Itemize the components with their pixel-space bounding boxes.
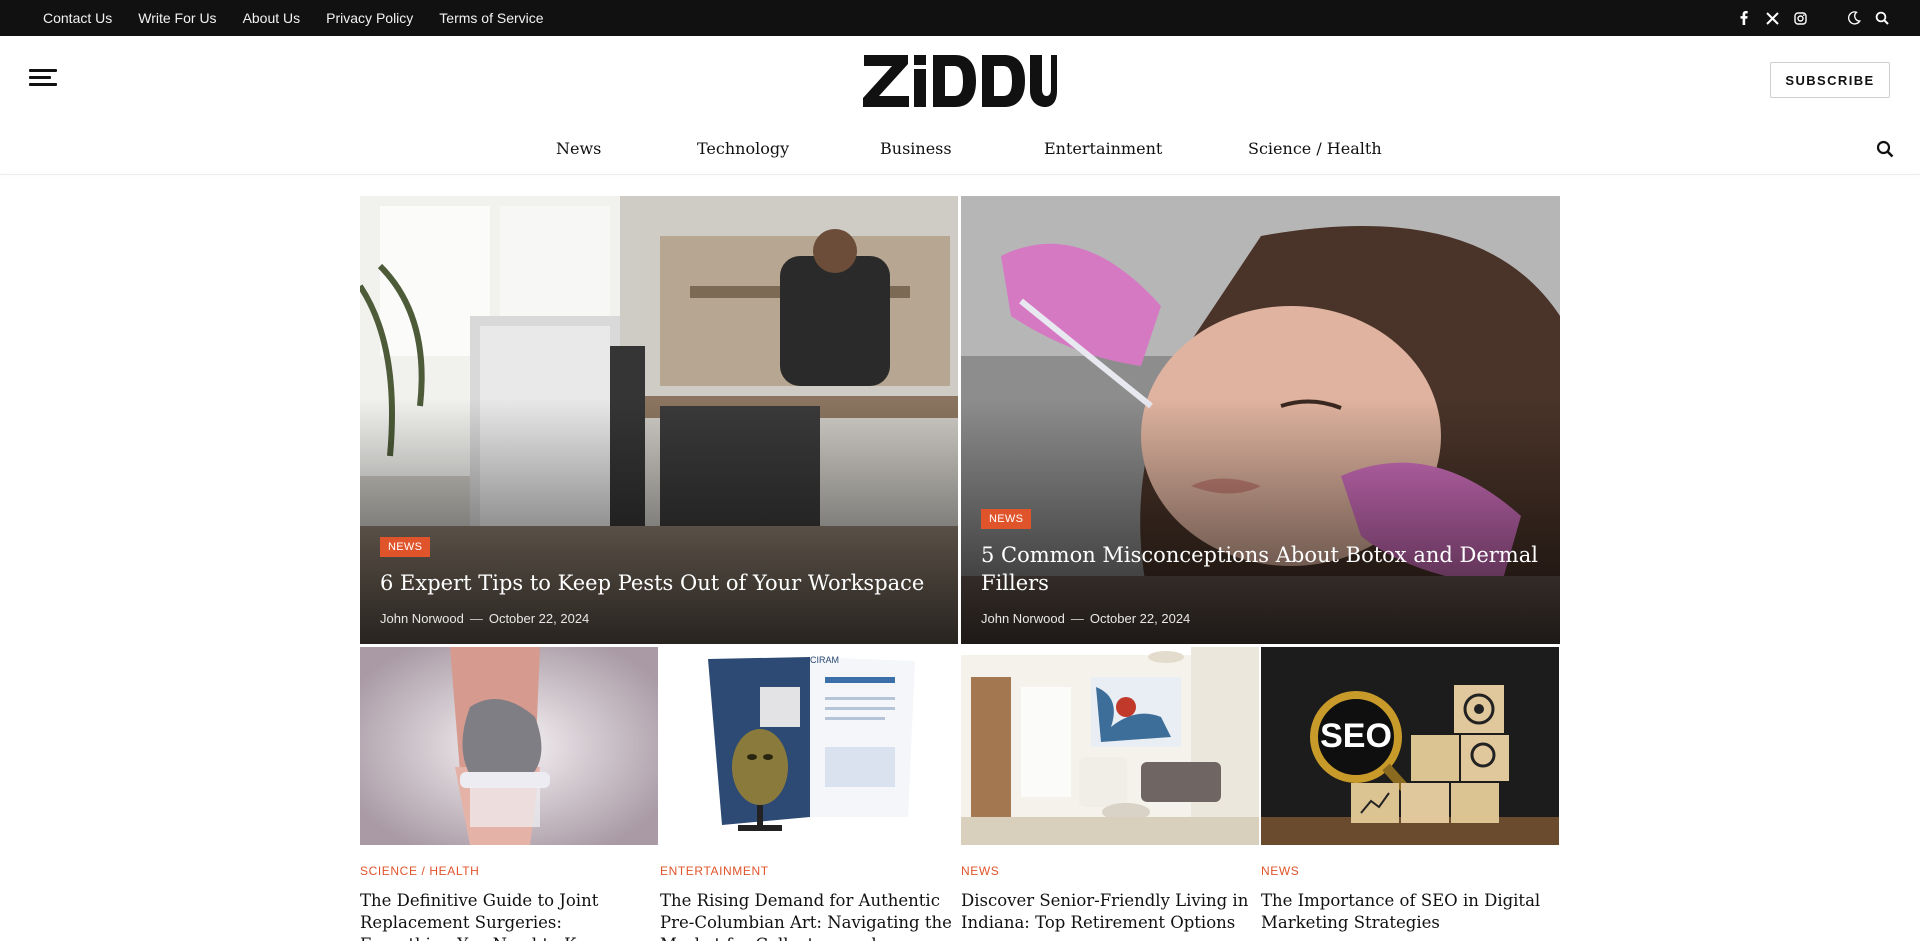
nav-item-science-health[interactable]: Science / Health — [1248, 130, 1382, 166]
subscribe-button[interactable]: SUBSCRIBE — [1770, 62, 1890, 98]
post-thumbnail[interactable] — [961, 647, 1259, 845]
instagram-icon[interactable] — [1792, 10, 1808, 26]
top-link-contact-us[interactable]: Contact Us — [43, 10, 112, 26]
featured-title[interactable]: 5 Common Misconceptions About Botox and … — [981, 541, 1540, 597]
post-card-4[interactable]: SEO NEWS The Importance of SEO in Digita… — [1261, 647, 1559, 934]
nav-divider — [0, 174, 1920, 175]
post-byline: John Norwood — October 22, 2024 — [981, 611, 1540, 626]
top-links: Contact Us Write For Us About Us Privacy… — [43, 0, 544, 36]
category-badge[interactable]: NEWS — [380, 537, 431, 557]
byline-separator: — — [469, 611, 483, 626]
post-thumbnail[interactable]: CIRAM — [660, 647, 958, 845]
post-card-2[interactable]: CIRAM ENTERTAINMENT The Rising Demand fo… — [660, 647, 958, 941]
author-name[interactable]: John Norwood — [981, 611, 1065, 626]
post-category[interactable]: ENTERTAINMENT — [660, 864, 958, 878]
post-card-3[interactable]: NEWS Discover Senior-Friendly Living in … — [961, 647, 1259, 934]
post-title[interactable]: The Definitive Guide to Joint Replacemen… — [360, 890, 658, 941]
menu-hamburger-icon[interactable] — [29, 69, 57, 89]
post-title[interactable]: Discover Senior-Friendly Living in India… — [961, 890, 1259, 934]
ciram-label: CIRAM — [810, 655, 839, 665]
post-category[interactable]: NEWS — [1261, 864, 1559, 878]
facebook-icon[interactable] — [1736, 10, 1752, 26]
post-byline: John Norwood — October 22, 2024 — [380, 611, 938, 626]
post-card-1[interactable]: SCIENCE / HEALTH The Definitive Guide to… — [360, 647, 658, 941]
nav-search-icon[interactable] — [1876, 140, 1894, 158]
post-title[interactable]: The Importance of SEO in Digital Marketi… — [1261, 890, 1559, 934]
site-logo[interactable] — [862, 52, 1058, 110]
author-name[interactable]: John Norwood — [380, 611, 464, 626]
top-link-write-for-us[interactable]: Write For Us — [138, 10, 216, 26]
social-icons — [1736, 0, 1890, 36]
nav-item-entertainment[interactable]: Entertainment — [1044, 130, 1162, 166]
post-category[interactable]: NEWS — [961, 864, 1259, 878]
top-link-privacy-policy[interactable]: Privacy Policy — [326, 10, 413, 26]
featured-title[interactable]: 6 Expert Tips to Keep Pests Out of Your … — [380, 569, 938, 597]
x-twitter-icon[interactable] — [1764, 10, 1780, 26]
top-link-terms-of-service[interactable]: Terms of Service — [439, 10, 543, 26]
moon-icon[interactable] — [1846, 10, 1862, 26]
byline-separator: — — [1070, 611, 1084, 626]
nav-item-technology[interactable]: Technology — [697, 130, 789, 166]
main-nav: News Technology Business Entertainment S… — [0, 130, 1920, 166]
nav-item-business[interactable]: Business — [880, 130, 952, 166]
post-date: October 22, 2024 — [1089, 611, 1191, 626]
nav-item-news[interactable]: News — [556, 130, 601, 166]
post-title[interactable]: The Rising Demand for Authentic Pre-Colu… — [660, 890, 958, 941]
featured-post-2[interactable]: NEWS 5 Common Misconceptions About Botox… — [961, 196, 1560, 644]
search-icon[interactable] — [1874, 10, 1890, 26]
top-link-about-us[interactable]: About Us — [243, 10, 301, 26]
category-badge[interactable]: NEWS — [981, 509, 1032, 529]
featured-post-1[interactable]: NEWS 6 Expert Tips to Keep Pests Out of … — [360, 196, 958, 644]
top-bar: Contact Us Write For Us About Us Privacy… — [0, 0, 1920, 36]
post-thumbnail[interactable] — [360, 647, 658, 845]
post-category[interactable]: SCIENCE / HEALTH — [360, 864, 658, 878]
post-date: October 22, 2024 — [488, 611, 590, 626]
seo-text: SEO — [1320, 717, 1392, 755]
post-thumbnail[interactable]: SEO — [1261, 647, 1559, 845]
